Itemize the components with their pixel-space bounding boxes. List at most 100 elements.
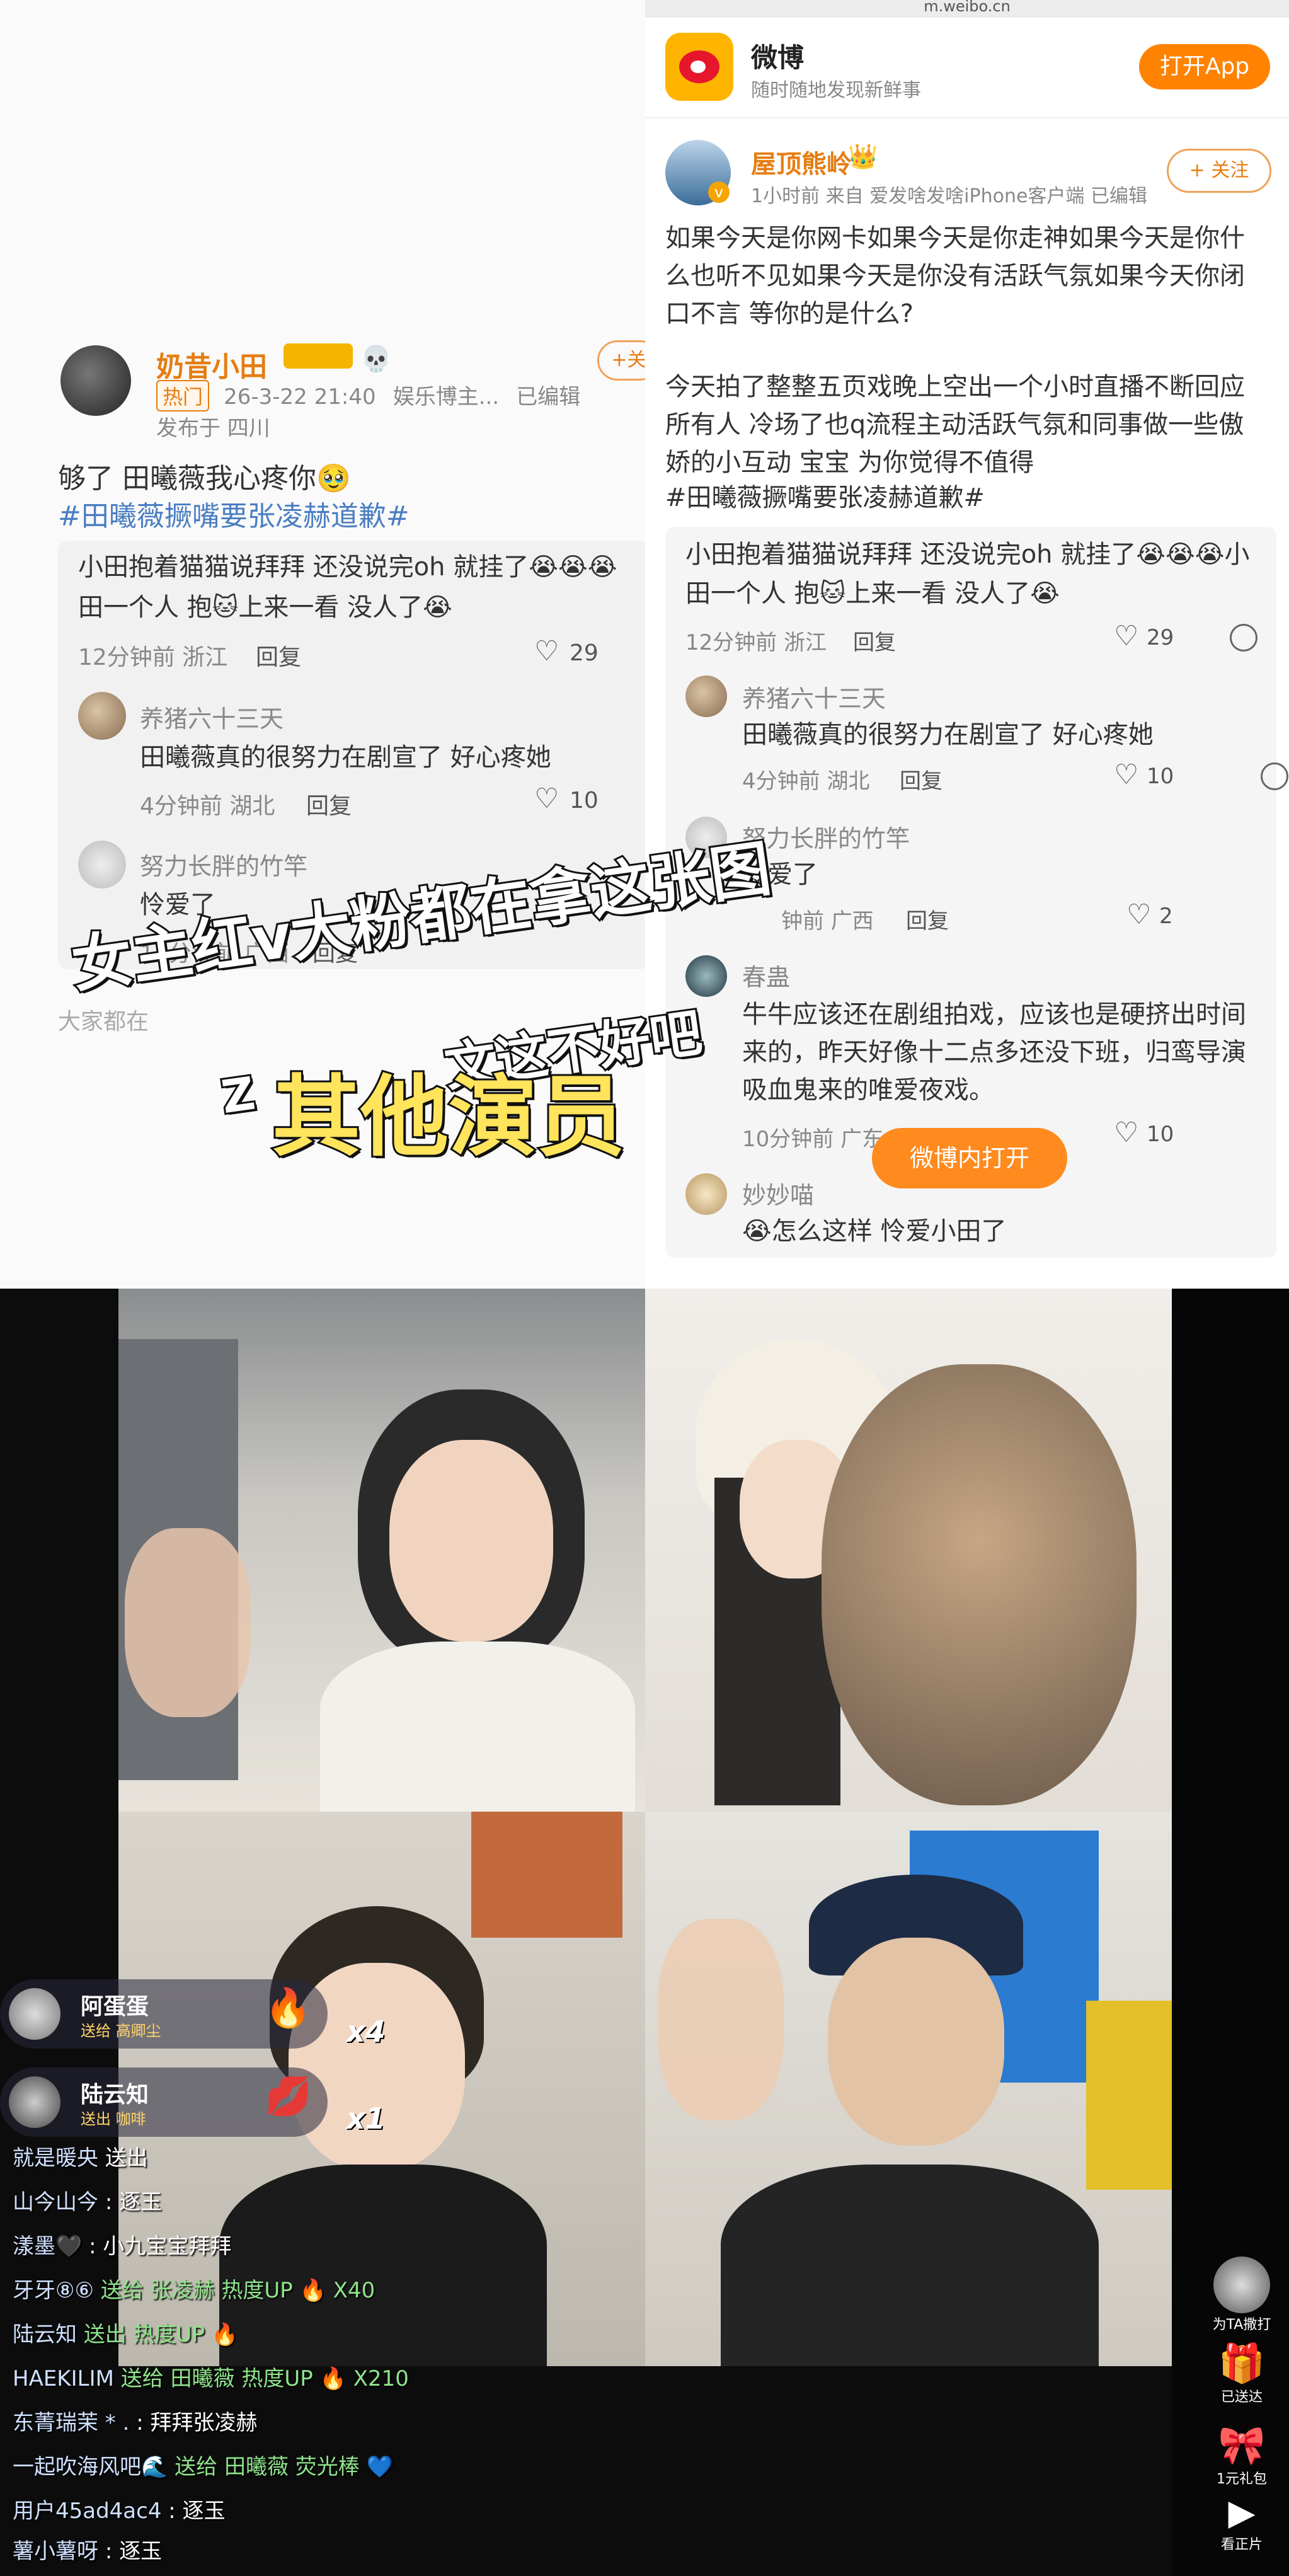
comment-meta: 4分钟前 湖北 <box>140 793 275 819</box>
watch-episode-button[interactable]: ▶ 看正片 <box>1207 2492 1276 2553</box>
commenter-avatar[interactable] <box>78 841 126 888</box>
chat-message: 东菁瑞茉 * . : 拜拜张凌赫 <box>13 2405 258 2436</box>
commenter-avatar[interactable] <box>78 692 126 740</box>
chat-user[interactable]: 用户45ad4ac4 <box>13 2498 161 2524</box>
chat-user[interactable]: 东菁瑞茉 * . <box>13 2410 129 2435</box>
chat-user[interactable]: HAEKILIM <box>13 2366 114 2391</box>
like-count: 10 <box>1147 764 1174 789</box>
livestream-screen: 阿蛋蛋 送给 高卿尘 🔥 x4 陆云知 送出 咖啡 💋 x1 就是暖央 送出 山… <box>0 1289 1289 2576</box>
commenter-name[interactable]: 努力长胖的竹竿 <box>140 847 307 882</box>
commenter-name[interactable]: 妙妙喵 <box>742 1176 814 1210</box>
chat-user[interactable]: 牙牙⑧⑥ <box>13 2278 94 2303</box>
post-text-line: 所有人 冷场了也q流程主动活跃气氛和同事做一些傲 <box>665 410 1244 439</box>
reply-button[interactable]: 回复 <box>906 904 949 934</box>
reply-button[interactable]: 回复 <box>900 764 942 795</box>
weibo-logo-icon <box>665 33 733 101</box>
commenter-name[interactable]: 养猪六十三天 <box>140 699 284 734</box>
like-count: 2 <box>1159 904 1173 929</box>
heart-icon[interactable]: ♡ <box>1114 1117 1138 1149</box>
gift-pack-button[interactable]: 🎀 1元礼包 <box>1207 2423 1276 2488</box>
gifter-avatar[interactable] <box>9 2076 60 2128</box>
quote-meta: 12分钟前 浙江 <box>78 645 228 670</box>
chat-text: : 拜拜张凌赫 <box>136 2410 258 2435</box>
author-name[interactable]: 奶昔小田 <box>156 344 267 384</box>
url-bar[interactable]: m.weibo.cn <box>645 0 1289 18</box>
chat-user[interactable]: 山今山今 <box>13 2190 98 2215</box>
right-weibo-screenshot: m.weibo.cn 微博 随时随地发现新鲜事 打开App v 屋顶熊岭 👑 1… <box>645 0 1289 1289</box>
delivered-button[interactable]: 🎁 已送达 <box>1207 2341 1276 2406</box>
gift-count: x1 <box>347 2102 386 2136</box>
chat-text: : 小九宝宝拜拜 <box>89 2234 232 2259</box>
post-text: 够了 田曦薇我心疼你🥹 <box>58 463 351 495</box>
support-button[interactable]: 为TA撒打 <box>1207 2257 1276 2333</box>
quote-line-1: 小田抱着猫猫说拜拜 还没说完oh 就挂了😭😭😭 <box>78 553 617 582</box>
gifter-name: 阿蛋蛋 <box>81 1994 149 2020</box>
chat-message: HAEKILIM 送给 田曦薇 热度UP 🔥 X210 <box>13 2361 409 2392</box>
reply-button[interactable]: 回复 <box>853 625 896 656</box>
emoji-react-icon[interactable] <box>1261 762 1289 790</box>
chat-message: 一起吹海风吧🌊 送给 田曦薇 荧光棒 💙 <box>13 2449 393 2480</box>
author-avatar[interactable] <box>60 345 131 416</box>
video-tile-host-2[interactable] <box>645 1289 1172 1812</box>
chat-text: : 逐玉 <box>105 2190 163 2215</box>
heart-icon[interactable]: ♡ <box>1126 899 1151 931</box>
post-text-line: 今天拍了整整五页戏晚上空出一个小时直播不断回应 <box>665 372 1245 401</box>
gift-count: x4 <box>347 2015 386 2049</box>
video-tile-host-4[interactable] <box>645 1812 1172 2366</box>
heart-icon[interactable]: ♡ <box>534 635 559 667</box>
video-tile-host-1[interactable] <box>118 1289 645 1812</box>
reply-button[interactable]: 回复 <box>306 788 352 820</box>
heart-icon[interactable]: ♡ <box>1114 759 1138 791</box>
vip-badge-icon <box>284 343 353 369</box>
heart-icon[interactable]: ♡ <box>534 783 559 815</box>
post-hashtag[interactable]: #田曦薇撅嘴要张凌赫道歉# <box>665 479 985 517</box>
follow-button[interactable]: +关 <box>597 340 645 381</box>
comment-text: 😭怎么这样 怜爱小田了 <box>742 1217 1007 1246</box>
comment-meta: 钟前 广西 <box>781 909 874 934</box>
commenter-name[interactable]: 春蛊 <box>742 958 790 992</box>
heart-icon[interactable]: ♡ <box>1114 620 1138 652</box>
commenter-avatar[interactable] <box>685 1173 727 1215</box>
chat-text: : 逐玉 <box>168 2498 226 2524</box>
chat-message: 陆云知 送出 热度UP 🔥 <box>13 2317 238 2348</box>
chat-user[interactable]: 漾墨🖤 <box>13 2234 82 2259</box>
quote-line-2: 田一个人 抱🐱上来一看 没人了😭 <box>685 579 1060 608</box>
crown-icon: 👑 <box>848 142 878 170</box>
post-text-line: 么也听不见如果今天是你没有活跃气氛如果今天你闭 <box>665 262 1245 290</box>
gift-notification: 陆云知 送出 咖啡 💋 <box>0 2067 328 2137</box>
verified-icon: v <box>708 181 730 203</box>
chat-text: 送给 田曦薇 热度UP 🔥 X210 <box>120 2366 409 2391</box>
gift-pack-icon: 🎀 <box>1218 2424 1266 2468</box>
comment-text-line: 牛牛应该还在剧组拍戏，应该也是硬挤出时间 <box>742 1000 1246 1029</box>
comment-text: 田曦薇真的很努力在剧宣了 好心疼她 <box>140 743 551 772</box>
open-app-button[interactable]: 打开App <box>1139 44 1270 89</box>
chat-user[interactable]: 陆云知 <box>13 2322 77 2347</box>
like-count: 10 <box>1147 1122 1174 1147</box>
side-button-label: 已送达 <box>1220 2389 1263 2405</box>
chat-message: 山今山今 : 逐玉 <box>13 2185 162 2216</box>
chat-text: 送给 田曦薇 荧光棒 💙 <box>175 2454 393 2480</box>
post-text-line: 如果今天是你网卡如果今天是你走神如果今天是你什 <box>665 224 1245 253</box>
chat-text: 送给 张凌赫 热度UP 🔥 X40 <box>100 2278 375 2303</box>
open-in-weibo-button[interactable]: 微博内打开 <box>872 1128 1067 1188</box>
post-hashtag[interactable]: #田曦薇撅嘴要张凌赫道歉# <box>58 497 410 537</box>
gift-target: 送出 咖啡 <box>81 2110 146 2128</box>
author-name[interactable]: 屋顶熊岭 <box>751 144 852 180</box>
quote-line-2: 田一个人 抱🐱上来一看 没人了😭 <box>78 593 452 622</box>
emoji-react-icon[interactable] <box>1230 624 1257 652</box>
app-slogan: 随时随地发现新鲜事 <box>751 79 921 101</box>
chat-user[interactable]: 一起吹海风吧🌊 <box>13 2454 168 2480</box>
commenter-name[interactable]: 养猪六十三天 <box>742 679 886 714</box>
commenter-avatar[interactable] <box>685 676 727 717</box>
chat-message: 漾墨🖤 : 小九宝宝拜拜 <box>13 2229 231 2260</box>
gift-icon: 🔥 <box>265 1986 312 2030</box>
follow-button[interactable]: + 关注 <box>1167 149 1271 193</box>
reply-button[interactable]: 回复 <box>256 639 301 672</box>
like-count: 29 <box>1147 625 1174 650</box>
chat-message: 牙牙⑧⑥ 送给 张凌赫 热度UP 🔥 X40 <box>13 2273 375 2304</box>
chat-user[interactable]: 就是暖央 <box>13 2146 98 2171</box>
comment-text-line: 吸血鬼来的唯爱夜戏。 <box>742 1076 994 1105</box>
gifter-avatar[interactable] <box>9 1988 60 2040</box>
quote-line-1: 小田抱着猫猫说拜拜 还没说完oh 就挂了😭😭😭小 <box>685 540 1250 569</box>
chat-user[interactable]: 薯小薯呀 <box>13 2539 98 2564</box>
